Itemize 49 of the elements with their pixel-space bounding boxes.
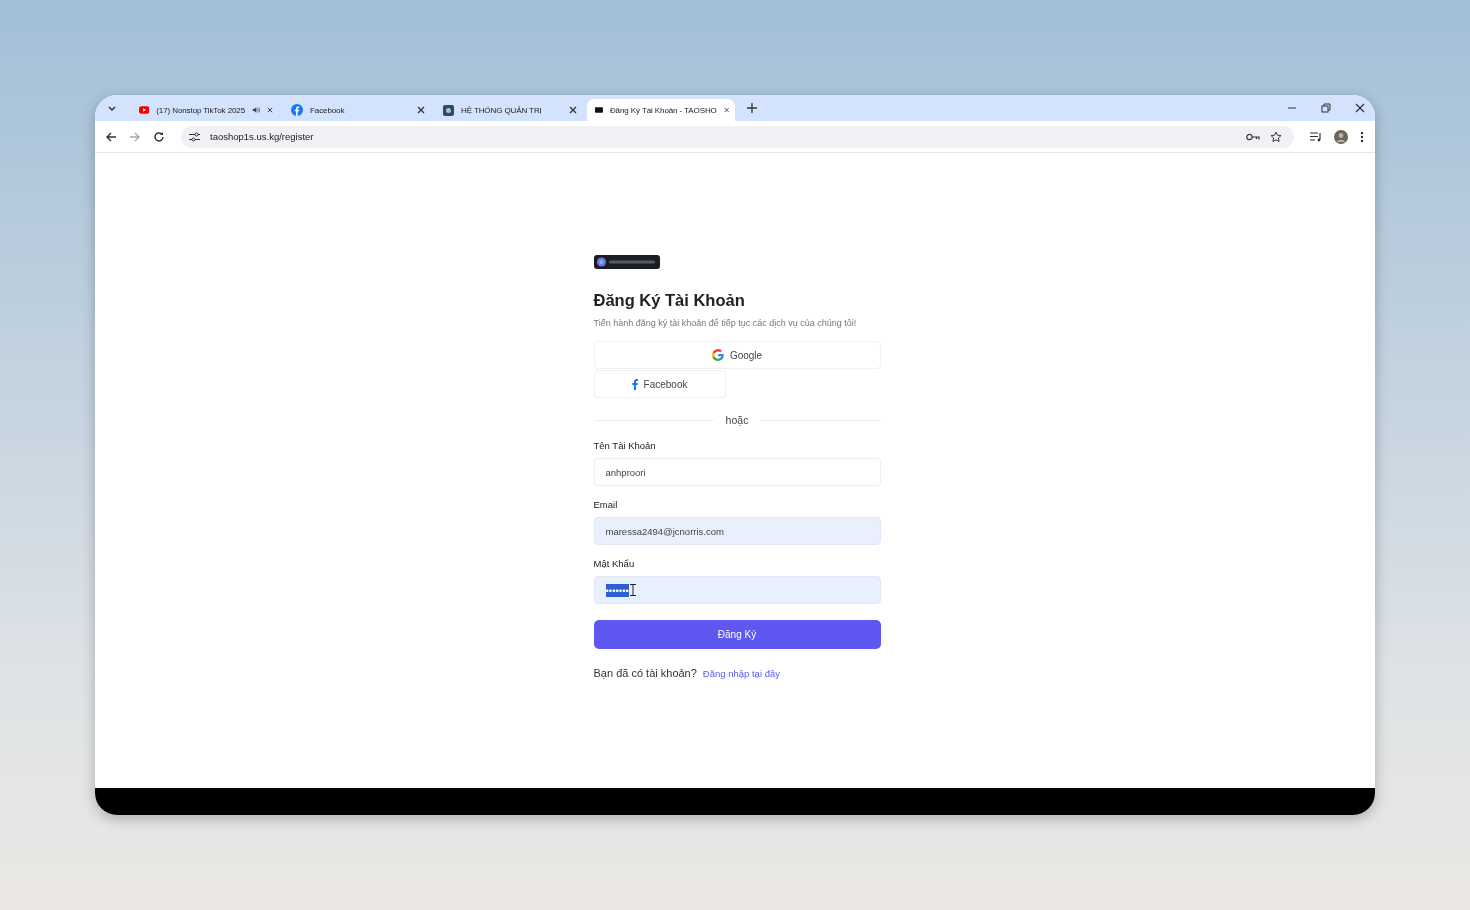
login-prompt: Bạn đã có tài khoản? <box>593 667 697 679</box>
chevron-down-icon <box>107 103 117 113</box>
login-link[interactable]: Đăng nhập tại đây <box>702 668 780 679</box>
input-field[interactable]: maressa2494@jcnorris.com <box>593 517 881 545</box>
new-tab-icon[interactable] <box>747 103 757 113</box>
key-icon[interactable] <box>1246 132 1260 141</box>
url-text: taoshop1s.us.kg/register <box>210 131 314 142</box>
back-icon[interactable] <box>105 130 117 143</box>
close-icon[interactable] <box>569 106 577 114</box>
input-field[interactable]: anhproori <box>593 458 881 486</box>
close-icon[interactable] <box>267 106 273 114</box>
social-login-button[interactable]: Google <box>593 341 881 369</box>
tab-title: Facebook <box>310 105 346 115</box>
social-login-button[interactable]: Facebook <box>593 370 726 398</box>
tab-title: Đăng Ký Tài Khoản - TAOSHO <box>609 105 717 115</box>
address-bar[interactable]: taoshop1s.us.kg/register <box>181 125 1294 148</box>
browser-tab[interactable]: Facebook <box>283 99 431 121</box>
page-subtitle: Tiến hành đăng ký tài khoản để tiếp tục các dịch vụ của chúng tôi! <box>593 318 857 328</box>
close-icon[interactable] <box>723 106 729 114</box>
browser-tab[interactable]: (17) Nonstop TikTok 2025 <box>131 99 279 121</box>
field-label: Tên Tài Khoản <box>593 440 657 451</box>
speaker-icon[interactable] <box>252 105 261 115</box>
play-logo-icon <box>139 105 150 115</box>
close-icon[interactable] <box>417 106 425 114</box>
site-settings-icon[interactable] <box>189 131 200 142</box>
tab-title: (17) Nonstop TikTok 2025 <box>156 105 246 115</box>
browser-tab[interactable]: HỆ THỐNG QUẢN TRỊ <box>435 99 583 121</box>
google-logo-icon <box>711 349 724 361</box>
star-icon[interactable] <box>1270 130 1282 143</box>
divider-label: hoặc <box>725 414 749 426</box>
logo-icon <box>593 255 660 269</box>
reload-icon[interactable] <box>153 130 165 143</box>
admin-logo-icon <box>443 104 454 116</box>
facebook-f-icon <box>631 378 638 390</box>
close-window-icon[interactable] <box>1355 103 1365 113</box>
site-logo-icon <box>595 106 603 114</box>
avatar-icon[interactable] <box>1334 129 1348 144</box>
field-label: Mật Khẩu <box>593 558 636 569</box>
register-button[interactable]: Đăng Ký <box>593 620 881 649</box>
page-title: Đăng Ký Tài Khoản <box>593 291 745 310</box>
media-queue-icon[interactable] <box>1310 131 1322 142</box>
text-cursor-icon <box>629 584 636 596</box>
restore-icon[interactable] <box>1321 103 1331 113</box>
browser-tab[interactable]: Đăng Ký Tài Khoản - TAOSHO <box>587 99 735 121</box>
tab-title: HỆ THỐNG QUẢN TRỊ <box>461 105 543 115</box>
facebook-logo-icon <box>291 104 303 116</box>
menu-icon[interactable] <box>1360 130 1364 143</box>
input-field[interactable]: ••••••• <box>593 576 881 604</box>
field-label: Email <box>593 499 619 510</box>
